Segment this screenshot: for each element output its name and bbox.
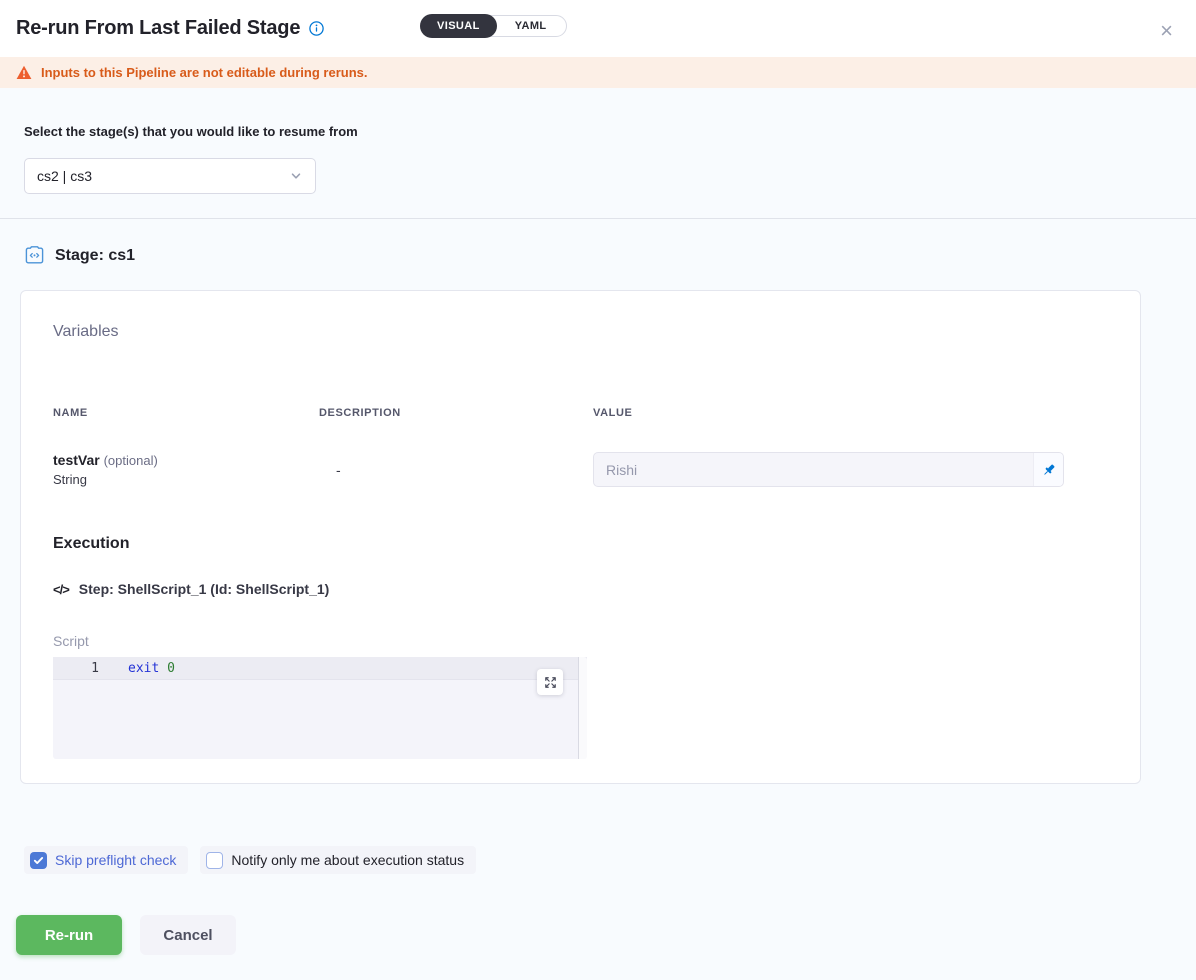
stage-select-label: Select the stage(s) that you would like … bbox=[24, 124, 1172, 139]
page-title: Re-run From Last Failed Stage bbox=[16, 17, 300, 40]
stage-heading: Stage: cs1 bbox=[24, 245, 1196, 266]
step-heading: </> Step: ShellScript_1 (Id: ShellScript… bbox=[53, 581, 1108, 597]
stage-select-value: cs2 | cs3 bbox=[37, 168, 92, 184]
execution-title: Execution bbox=[53, 535, 1108, 553]
code-line: 1 exit 0 bbox=[53, 657, 587, 680]
step-label: Step: ShellScript_1 (Id: ShellScript_1) bbox=[79, 581, 330, 597]
notify-me-label: Notify only me about execution status bbox=[231, 852, 464, 868]
code-value: 0 bbox=[167, 661, 175, 676]
variable-value-field bbox=[593, 452, 1064, 487]
pin-button[interactable] bbox=[1033, 453, 1063, 486]
expand-editor-button[interactable] bbox=[537, 669, 563, 695]
warning-icon bbox=[16, 65, 32, 80]
pin-icon bbox=[1041, 462, 1057, 478]
variable-value-input[interactable] bbox=[594, 453, 1033, 486]
stage-select-dropdown[interactable]: cs2 | cs3 bbox=[24, 158, 316, 194]
run-options: Skip preflight check Notify only me abou… bbox=[24, 846, 1196, 874]
line-number: 1 bbox=[53, 661, 99, 676]
stage-select-section: Select the stage(s) that you would like … bbox=[0, 88, 1196, 218]
column-value: VALUE bbox=[593, 407, 1108, 419]
code-icon: </> bbox=[53, 582, 69, 597]
warning-banner: Inputs to this Pipeline are not editable… bbox=[0, 57, 1196, 88]
rerun-button[interactable]: Re-run bbox=[16, 915, 122, 955]
toggle-visual[interactable]: VISUAL bbox=[420, 14, 497, 38]
stage-section: Stage: cs1 Variables NAME DESCRIPTION VA… bbox=[0, 219, 1196, 955]
chevron-down-icon bbox=[289, 169, 303, 183]
script-code-editor[interactable]: 1 exit 0 bbox=[53, 657, 587, 759]
info-icon[interactable] bbox=[309, 21, 324, 36]
skip-preflight-label: Skip preflight check bbox=[55, 852, 176, 868]
variable-description: - bbox=[319, 462, 593, 478]
variable-name-cell: testVar (optional) String bbox=[53, 452, 319, 487]
skip-preflight-option[interactable]: Skip preflight check bbox=[24, 846, 188, 874]
stage-heading-label: Stage: cs1 bbox=[55, 247, 135, 265]
stage-icon bbox=[24, 245, 45, 266]
variables-title: Variables bbox=[53, 323, 1108, 341]
visual-yaml-toggle: VISUAL YAML bbox=[420, 15, 567, 37]
variable-type: String bbox=[53, 472, 319, 487]
code-keyword: exit bbox=[128, 661, 159, 676]
script-label: Script bbox=[53, 633, 1108, 649]
column-name: NAME bbox=[53, 407, 319, 419]
variable-optional-note: (optional) bbox=[104, 453, 158, 468]
warning-message: Inputs to this Pipeline are not editable… bbox=[41, 65, 367, 80]
skip-preflight-checkbox[interactable] bbox=[30, 852, 47, 869]
table-row: testVar (optional) String - bbox=[53, 452, 1108, 487]
variable-name: testVar bbox=[53, 452, 100, 468]
stage-details-card: Variables NAME DESCRIPTION VALUE testVar… bbox=[20, 290, 1141, 784]
notify-me-checkbox[interactable] bbox=[206, 852, 223, 869]
editor-scrollbar[interactable] bbox=[578, 657, 587, 759]
column-description: DESCRIPTION bbox=[319, 407, 593, 419]
notify-me-option[interactable]: Notify only me about execution status bbox=[200, 846, 476, 874]
variables-table-header: NAME DESCRIPTION VALUE bbox=[53, 407, 1108, 419]
expand-icon bbox=[544, 676, 557, 689]
close-icon[interactable]: × bbox=[1160, 20, 1173, 42]
toggle-yaml[interactable]: YAML bbox=[496, 20, 566, 32]
action-buttons: Re-run Cancel bbox=[16, 915, 1196, 955]
checkmark-icon bbox=[33, 855, 44, 866]
cancel-button[interactable]: Cancel bbox=[140, 915, 236, 955]
modal-header: Re-run From Last Failed Stage VISUAL YAM… bbox=[0, 0, 1196, 57]
